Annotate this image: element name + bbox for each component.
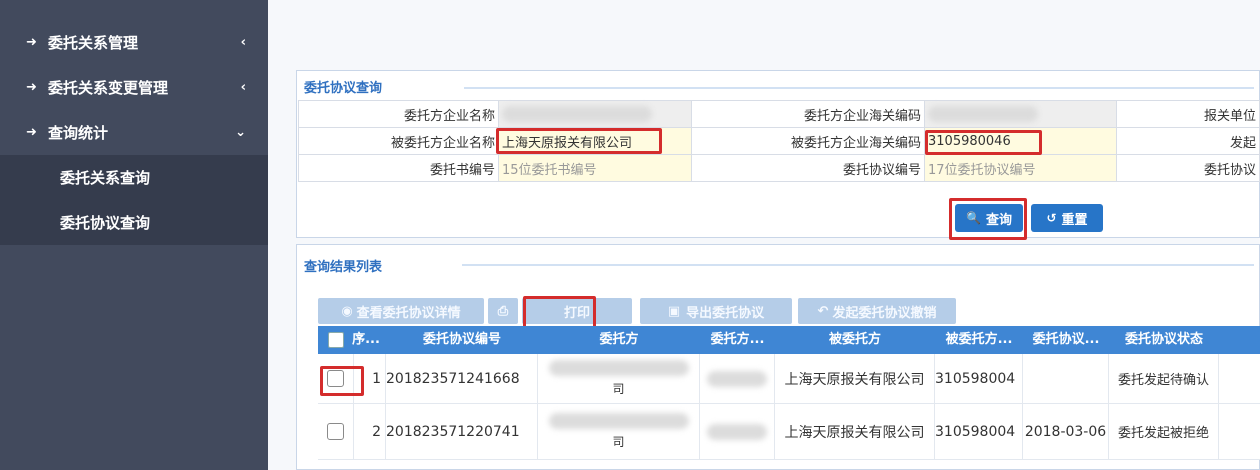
consignor-code-cell: [700, 404, 775, 459]
divider: [462, 264, 1254, 266]
agent-cell: 上海天原报关有限公司: [775, 354, 935, 403]
sidebar-item-label: 委托关系变更管理: [48, 79, 169, 97]
column-header[interactable]: 委托协议...: [1023, 326, 1109, 354]
consignor-cell: 司: [538, 404, 700, 459]
label-letter-no: 委托书编号: [298, 154, 499, 182]
column-header[interactable]: 委托方: [538, 326, 700, 354]
highlight-search-button: [949, 198, 1027, 240]
date-cell: [1023, 354, 1109, 403]
label-agent-code: 被委托方企业海关编码: [691, 127, 925, 155]
sidebar: ➜ 委托关系管理 ‹ ➜ 委托关系变更管理 ‹ ➜ 查询统计 ⌄ 委托关系查询 …: [0, 0, 268, 470]
export-icon: ▣: [667, 303, 681, 319]
divider: [464, 87, 1254, 89]
label-consignor-name: 委托方企业名称: [298, 100, 499, 128]
query-panel-title: 委托协议查询: [304, 81, 383, 96]
date-cell: 2018-03-06: [1023, 404, 1109, 459]
agreement-no-input[interactable]: 17位委托协议编号: [924, 154, 1117, 182]
status-cell: 委托发起被拒绝: [1109, 404, 1219, 459]
print-icon: ⎙: [497, 303, 509, 319]
column-header[interactable]: 委托方...: [700, 326, 775, 354]
column-header[interactable]: 委托协议状态: [1109, 326, 1219, 354]
query-form: 委托方企业名称 委托方企业海关编码 报关单位 被委托方企业名称 上海天原报关有限…: [298, 100, 1260, 182]
table-row[interactable]: 1 201823571241668 司 上海天原报关有限公司 310598004…: [318, 354, 1260, 404]
label-declarant: 报关单位: [1116, 100, 1260, 128]
column-header[interactable]: 被委托方...: [935, 326, 1023, 354]
label-agreement-no: 委托协议编号: [691, 154, 925, 182]
agreement-no-placeholder: 17位委托协议编号: [928, 162, 1036, 178]
column-header[interactable]: 被委托方: [775, 326, 935, 354]
reset-icon: ↺: [1046, 211, 1057, 225]
letter-no-input[interactable]: 15位委托书编号: [498, 154, 692, 182]
eye-icon: ◉: [341, 303, 353, 319]
consignor-cell: 司: [538, 354, 700, 403]
chevron-left-icon: ‹: [240, 35, 246, 50]
agreement-no-cell: 201823571241668: [386, 354, 538, 403]
label-consignor-code: 委托方企业海关编码: [691, 100, 925, 128]
select-all-checkbox[interactable]: [328, 332, 344, 348]
sidebar-subitem-agreement-query[interactable]: 委托协议查询: [0, 200, 268, 245]
reset-button-label: 重置: [1061, 212, 1088, 228]
agent-code-cell: 310598004: [935, 354, 1023, 403]
revoke-button[interactable]: ↶ 发起委托协议撤销: [798, 298, 956, 324]
status-cell: 委托发起待确认: [1109, 354, 1219, 403]
highlight-agent-code: [925, 130, 1042, 155]
sign-in-icon: ➜: [26, 35, 37, 50]
revoke-label: 发起委托协议撤销: [832, 305, 937, 321]
label-agent-name: 被委托方企业名称: [298, 127, 499, 155]
column-header[interactable]: 序...: [348, 326, 384, 354]
consignor-name-input[interactable]: [498, 100, 692, 128]
reset-button[interactable]: ↺ 重置: [1031, 204, 1103, 232]
chevron-left-icon: ‹: [240, 80, 246, 95]
chevron-down-icon: ⌄: [235, 125, 246, 140]
label-agreement-status: 委托协议: [1116, 154, 1260, 182]
sidebar-item-delegation-management[interactable]: ➜ 委托关系管理 ‹: [0, 20, 268, 65]
letter-no-placeholder: 15位委托书编号: [502, 162, 597, 178]
undo-icon: ↶: [817, 303, 829, 319]
sidebar-item-query-statistics[interactable]: ➜ 查询统计 ⌄: [0, 110, 268, 155]
column-header[interactable]: 委托协议编号: [386, 326, 538, 354]
agent-cell: 上海天原报关有限公司: [775, 404, 935, 459]
grid-header: 序... 委托协议编号 委托方 委托方... 被委托方 被委托方... 委托协议…: [318, 326, 1260, 354]
highlight-agent-name: [496, 128, 662, 154]
highlight-row-checkbox: [320, 366, 364, 396]
row-checkbox-cell: [318, 404, 354, 459]
sidebar-item-label: 查询统计: [48, 124, 109, 142]
highlight-print-button: [523, 296, 596, 330]
sign-in-icon: ➜: [26, 80, 37, 95]
seq-cell: 2: [354, 404, 386, 459]
row-checkbox[interactable]: [327, 423, 344, 440]
consignor-code-input[interactable]: [924, 100, 1117, 128]
view-detail-button[interactable]: ◉ 查看委托协议详情: [318, 298, 484, 324]
print-icon-button[interactable]: ⎙: [488, 298, 518, 324]
submenu: 委托关系查询 委托协议查询: [0, 155, 268, 245]
export-button[interactable]: ▣ 导出委托协议: [640, 298, 792, 324]
sidebar-item-label: 委托关系管理: [48, 34, 139, 52]
table-row[interactable]: 2 201823571220741 司 上海天原报关有限公司 310598004…: [318, 404, 1260, 460]
consignor-fragment: 司: [612, 435, 625, 449]
consignor-code-cell: [700, 354, 775, 403]
sidebar-subitem-delegation-query[interactable]: 委托关系查询: [0, 155, 268, 200]
view-detail-label: 查看委托协议详情: [356, 305, 461, 321]
label-initiator: 发起: [1116, 127, 1260, 155]
sign-in-icon: ➜: [26, 125, 37, 140]
result-panel-title: 查询结果列表: [304, 260, 383, 275]
export-label: 导出委托协议: [686, 305, 765, 321]
agreement-no-cell: 201823571220741: [386, 404, 538, 459]
consignor-fragment: 司: [612, 382, 625, 396]
agent-code-cell: 310598004: [935, 404, 1023, 459]
sidebar-item-delegation-change-management[interactable]: ➜ 委托关系变更管理 ‹: [0, 65, 268, 110]
